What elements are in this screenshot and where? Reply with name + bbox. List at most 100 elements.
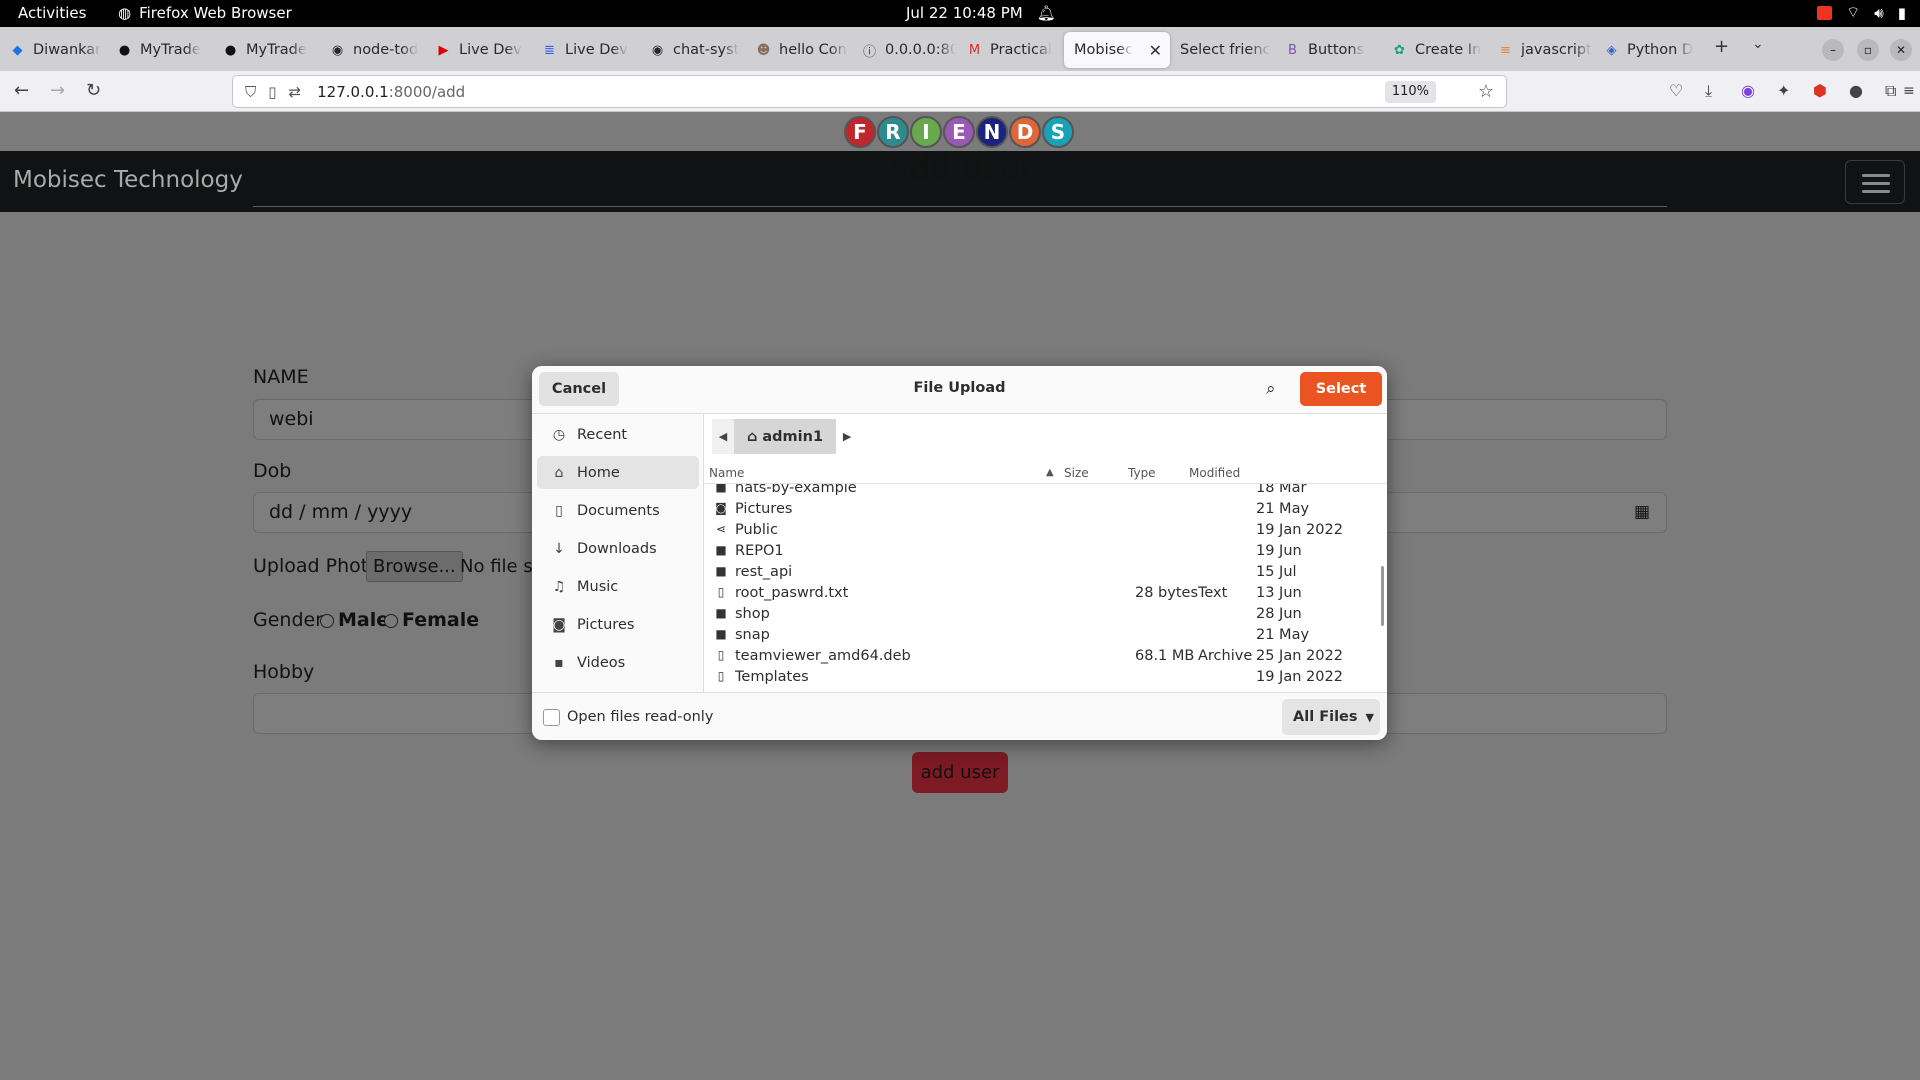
folder-icon: ■ xyxy=(715,543,727,557)
pocket-icon[interactable]: ♡ xyxy=(1669,81,1683,100)
cancel-button[interactable]: Cancel xyxy=(539,372,619,406)
logo-letter: S xyxy=(1042,116,1074,148)
file-row[interactable]: ■ rest_api 15 Jul xyxy=(705,562,1387,583)
ublock-icon[interactable]: ⬢ xyxy=(1813,81,1827,100)
browser-tab[interactable]: ≣ Live Dev xyxy=(532,32,638,68)
camera-icon: ◙ xyxy=(715,501,727,515)
browser-tab[interactable]: ≡ javascript xyxy=(1488,32,1592,68)
file-row[interactable]: ▯ teamviewer_amd64.deb 68.1 MB Archive 25 Ja… xyxy=(705,646,1387,667)
browser-tab[interactable]: ✿ Create In xyxy=(1382,32,1486,68)
url-bar[interactable]: ⛉ ▯ ⇄ 127.0.0.1:8000/add 110% ☆ xyxy=(232,75,1507,108)
file-name: Public xyxy=(735,522,778,538)
file-row[interactable]: ▯ root_paswrd.txt 28 bytes Text 13 Jun xyxy=(705,583,1387,604)
browser-tab[interactable]: ● MyTrade xyxy=(107,32,211,68)
calendar-icon[interactable]: ▦ xyxy=(1634,493,1650,532)
list-all-tabs-button[interactable]: ⌄ xyxy=(1752,36,1764,52)
place-label: Recent xyxy=(577,426,628,443)
column-name[interactable]: Name xyxy=(709,466,744,480)
url-text[interactable]: 127.0.0.1:8000/add xyxy=(317,83,465,101)
extension-icon[interactable]: ✦ xyxy=(1777,81,1790,100)
read-only-checkbox[interactable] xyxy=(543,709,560,726)
app-name: Firefox Web Browser xyxy=(139,4,292,22)
column-modified[interactable]: Modified xyxy=(1189,466,1240,480)
folder-icon: ■ xyxy=(715,564,727,578)
place-documents[interactable]: ▯ Documents xyxy=(537,494,699,527)
file-list-scrollbar[interactable] xyxy=(1381,566,1384,626)
browser-tab[interactable]: ☻ hello Con xyxy=(746,32,850,68)
browser-tab[interactable]: ◉ node-tod xyxy=(320,32,424,68)
place-home[interactable]: ⌂ Home xyxy=(537,456,699,489)
close-window-button[interactable]: ✕ xyxy=(1890,39,1912,61)
tab-label: MyTrade xyxy=(140,42,201,58)
place-pictures[interactable]: ◙ Pictures xyxy=(537,608,699,641)
male-radio[interactable] xyxy=(320,614,334,628)
zoom-level[interactable]: 110% xyxy=(1384,81,1436,103)
browser-tab[interactable]: Mobisec ✕ xyxy=(1064,32,1170,68)
file-filter-dropdown[interactable]: All Files ▼ xyxy=(1282,699,1380,735)
minimize-button[interactable]: – xyxy=(1822,39,1844,61)
shield-icon[interactable]: ⛉ xyxy=(245,83,256,101)
app-menu[interactable]: ◍ Firefox Web Browser xyxy=(118,4,292,22)
maximize-button[interactable]: ▫ xyxy=(1857,39,1879,61)
browser-tab[interactable]: Select frienc xyxy=(1170,32,1274,68)
file-icon: ▯ xyxy=(717,585,725,599)
file-row[interactable]: ⋖ Public 19 Jan 2022 xyxy=(705,520,1387,541)
extensions-puzzle-icon[interactable]: ⧉ xyxy=(1885,81,1896,101)
file-row[interactable]: ■ shop 28 Jun xyxy=(705,604,1387,625)
add-user-button[interactable]: add user xyxy=(912,752,1008,793)
file-modified: 18 Mar xyxy=(1256,484,1307,496)
file-name: snap xyxy=(735,627,770,643)
new-tab-button[interactable]: + xyxy=(1714,36,1729,57)
place-recent[interactable]: ◷ Recent xyxy=(537,418,699,451)
browser-tab[interactable]: ◈ Python D xyxy=(1594,32,1698,68)
menu-icon[interactable]: ≡ xyxy=(1903,83,1915,99)
browser-tab[interactable]: ▶ Live Dev xyxy=(426,32,530,68)
extension-dark-icon[interactable]: ● xyxy=(1849,81,1863,100)
extension-color-icon[interactable]: ◉ xyxy=(1741,81,1755,100)
browser-tab[interactable]: ⓘ 0.0.0.0:80 xyxy=(852,32,956,68)
path-forward-icon[interactable]: ▶ xyxy=(836,419,859,454)
search-icon[interactable]: ⌕ xyxy=(1266,379,1276,399)
place-downloads[interactable]: ↓ Downloads xyxy=(537,532,699,565)
place-videos[interactable]: ▪ Videos xyxy=(537,646,699,679)
sort-ascending-icon[interactable]: ▲ xyxy=(1046,467,1054,478)
clock[interactable]: Jul 22 10:48 PM 🔔︎ xyxy=(906,4,1056,22)
permissions-icon[interactable]: ⇄ xyxy=(289,83,302,101)
browser-tab[interactable]: M Practical xyxy=(957,32,1061,68)
female-radio[interactable] xyxy=(384,614,398,628)
browser-tab[interactable]: ◆ Diwankar xyxy=(0,32,104,68)
browse-button[interactable]: Browse... xyxy=(366,551,463,582)
logo-letter: D xyxy=(1009,116,1041,148)
bookmark-star-icon[interactable]: ☆ xyxy=(1478,81,1494,102)
system-top-bar: Activities ◍ Firefox Web Browser Jul 22 … xyxy=(0,0,1920,27)
column-size[interactable]: Size xyxy=(1064,466,1089,480)
downloads-icon[interactable]: ⤓ xyxy=(1705,81,1712,101)
path-crumb-home[interactable]: ⌂ admin1 xyxy=(734,419,837,454)
path-back-icon[interactable]: ◀ xyxy=(712,419,734,454)
dob-label: Dob xyxy=(253,460,292,482)
file-row[interactable]: ◙ Pictures 21 May xyxy=(705,499,1387,520)
back-button[interactable]: ← xyxy=(14,80,29,101)
circle-icon: ● xyxy=(224,42,237,58)
info-icon: ⓘ xyxy=(862,44,876,60)
hobby-label: Hobby xyxy=(253,661,315,683)
forward-button[interactable]: → xyxy=(50,80,65,101)
file-row[interactable]: ■ snap 21 May xyxy=(705,625,1387,646)
bell-icon: 🔔︎ xyxy=(1036,4,1056,22)
place-music[interactable]: ♫ Music xyxy=(537,570,699,603)
close-tab-icon[interactable]: ✕ xyxy=(1149,41,1162,60)
browser-tab[interactable]: ◉ chat-syst xyxy=(640,32,744,68)
reload-button[interactable]: ↻ xyxy=(86,80,101,101)
file-row[interactable]: ■ REPO1 19 Jun xyxy=(705,541,1387,562)
browser-tab[interactable]: ● MyTrade xyxy=(213,32,317,68)
select-button[interactable]: Select xyxy=(1300,372,1382,406)
browser-tab[interactable]: B Buttons xyxy=(1275,32,1379,68)
page-icon[interactable]: ▯ xyxy=(268,83,276,101)
file-row[interactable]: ▯ Templates 19 Jan 2022 xyxy=(705,667,1387,688)
file-modified: 21 May xyxy=(1256,501,1310,517)
file-row[interactable]: ■ nats-by-example 18 Mar xyxy=(705,484,1387,499)
column-type[interactable]: Type xyxy=(1128,466,1156,480)
activities-button[interactable]: Activities xyxy=(18,4,86,22)
file-type: Text xyxy=(1198,585,1228,601)
system-tray[interactable]: ⌔ 🔊︎ ▮ xyxy=(1817,3,1906,22)
